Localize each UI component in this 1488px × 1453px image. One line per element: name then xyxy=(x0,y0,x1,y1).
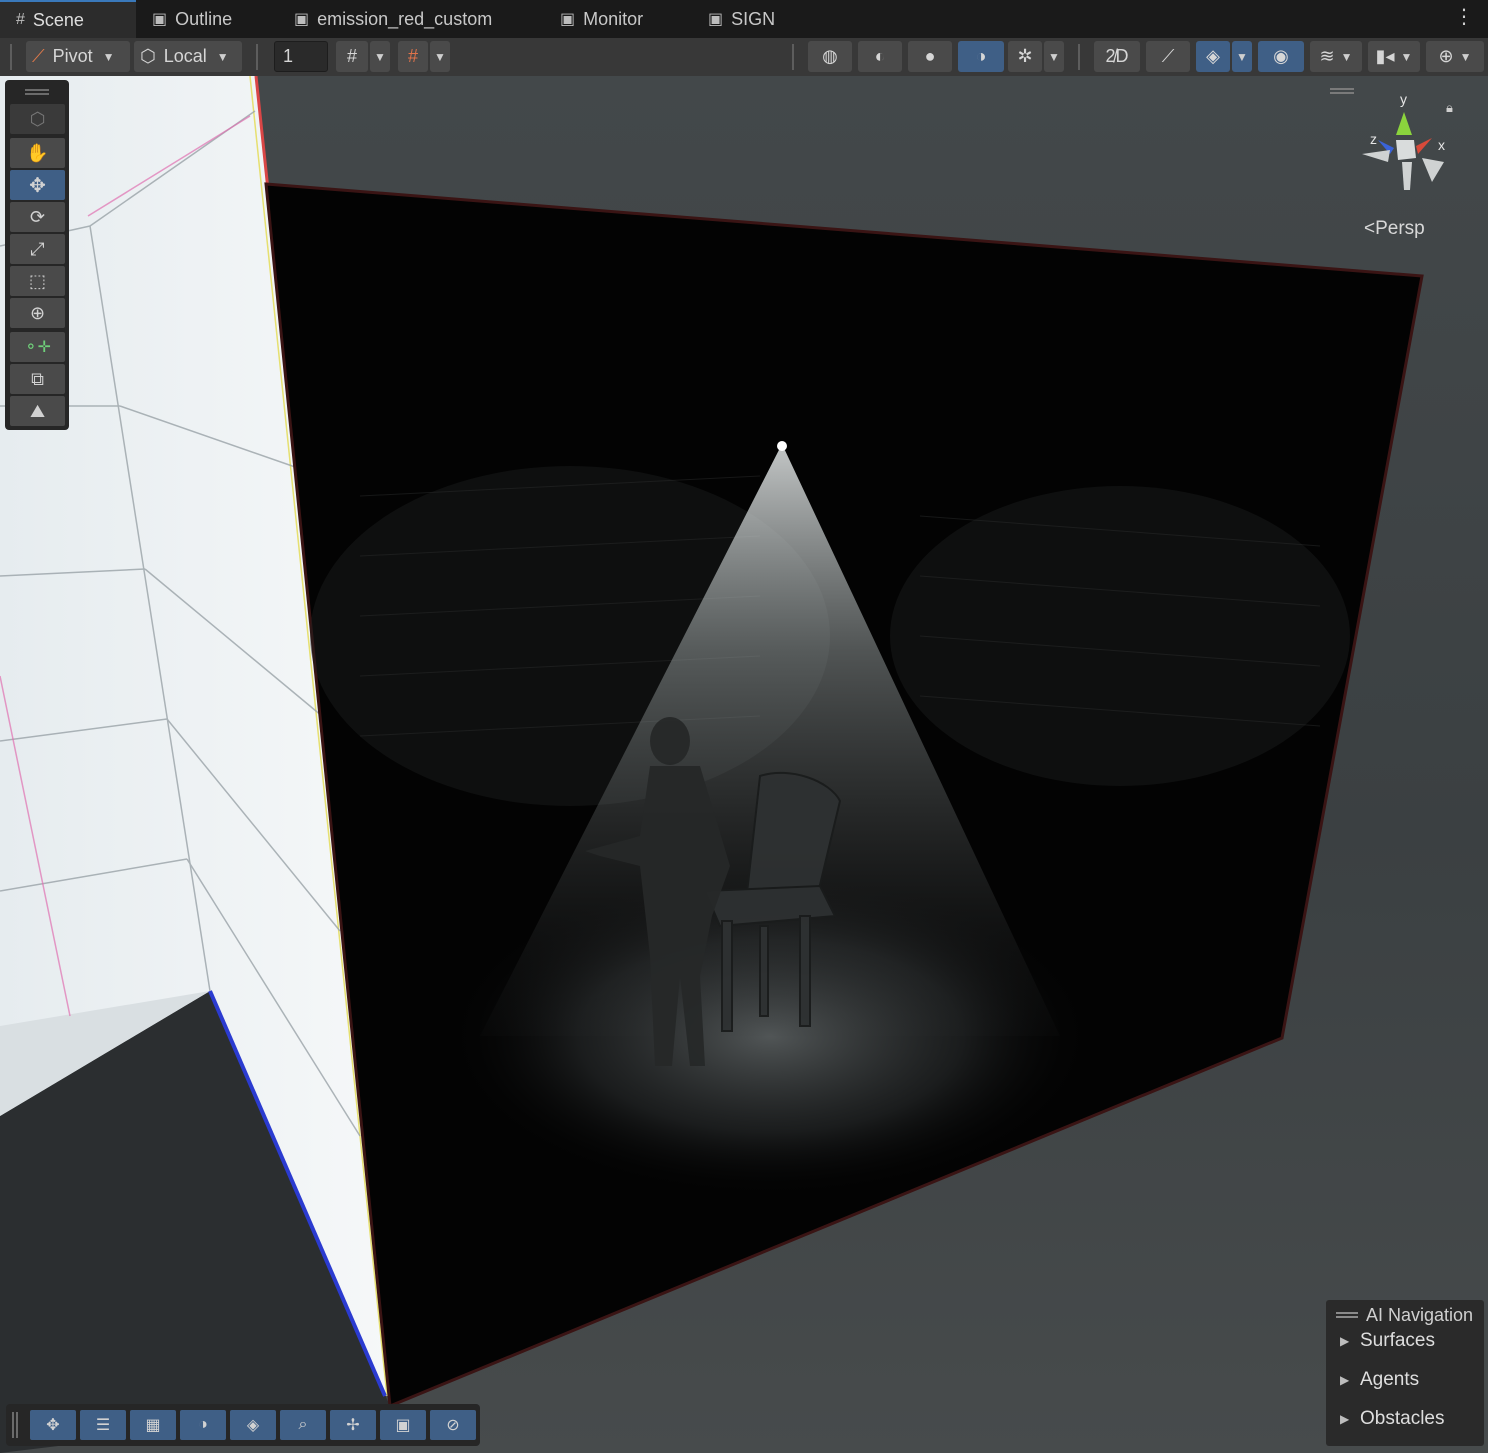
toolbar-grip[interactable] xyxy=(792,44,794,70)
increment-snap-icon[interactable]: # xyxy=(398,41,428,72)
wireframe-shading-icon[interactable]: ◍ xyxy=(808,41,852,72)
layers-dropdown-icon[interactable]: ≋ ▼ xyxy=(1310,41,1362,72)
toolbar-grip[interactable] xyxy=(1078,44,1080,70)
grid-icon: # xyxy=(16,11,25,28)
effects-toggle-icon[interactable]: ◈ xyxy=(1196,41,1230,72)
scene-toolbar: ⟋ Pivot ▼ ⬡ Local ▼ 1 # ▼ # ▼ ◍ ◐ ● ◑ ✲ … xyxy=(0,38,1488,76)
tab-monitor[interactable]: ▣ Monitor xyxy=(560,0,643,38)
snap-overlay-icon[interactable]: ✢ xyxy=(330,1410,376,1440)
pivot-icon: ⟋ xyxy=(32,46,45,66)
pivot-label: Pivot xyxy=(52,46,93,66)
expand-triangle-icon[interactable]: ▶ xyxy=(1340,1334,1349,1348)
tool-settings-icon[interactable]: ☰ xyxy=(80,1410,126,1440)
panel-grip[interactable] xyxy=(1336,1312,1358,1314)
tab-label: Outline xyxy=(175,8,233,29)
lighting-overlay-icon[interactable]: ◑ xyxy=(180,1410,226,1440)
z-axis-label: z xyxy=(1370,131,1377,147)
2d-toggle-icon[interactable]: 2̸D xyxy=(1094,41,1140,72)
chevron-down-icon: ▼ xyxy=(102,49,115,64)
hand-tool-icon[interactable]: ✋ xyxy=(10,138,65,168)
shaded-wireframe-icon[interactable]: ◐ xyxy=(858,41,902,72)
ai-navigation-overlay: AI Navigation ▶ Surfaces ▶ Agents ▶ Obst… xyxy=(1326,1300,1484,1446)
chevron-down-icon: ▼ xyxy=(216,49,229,64)
probuilder-tool-icon[interactable]: ⧉ xyxy=(10,364,65,394)
navigation-compass-icon[interactable]: ⊘ xyxy=(430,1410,476,1440)
panel-grip[interactable] xyxy=(1330,88,1354,90)
scene-visibility-icon[interactable]: ◉ xyxy=(1258,41,1304,72)
ai-nav-item-surfaces[interactable]: Surfaces xyxy=(1360,1330,1435,1352)
x-axis-cone xyxy=(1416,138,1432,154)
x-axis-label: x xyxy=(1438,137,1445,153)
tab-sign[interactable]: ▣ SIGN xyxy=(708,0,775,38)
grid-size-field[interactable]: 1 xyxy=(274,41,328,72)
panel-grip[interactable] xyxy=(12,1412,14,1438)
scene-render xyxy=(0,76,1424,1453)
panel-grip[interactable] xyxy=(25,89,49,91)
tab-emission-red-custom[interactable]: ▣ emission_red_custom xyxy=(294,0,492,38)
lock-tab-icon: ▣ xyxy=(294,11,310,28)
scene-viewport[interactable]: ⬡ ✋ ✥ ⟳ ⤢ ⬚ ⊕ ⚬✛ ⧉ ⛰ y x z 🔒︎ <Persp AI … xyxy=(0,76,1488,1453)
transform-overlay-icon[interactable]: ✥ xyxy=(30,1410,76,1440)
tab-label: Monitor xyxy=(583,8,644,29)
chevron-down-icon[interactable]: ▼ xyxy=(370,41,390,72)
tab-outline[interactable]: ▣ Outline xyxy=(152,0,232,38)
rect-tool-icon[interactable]: ⬚ xyxy=(10,266,65,296)
pivot-dropdown[interactable]: ⟋ Pivot ▼ xyxy=(26,41,130,72)
ai-nav-item-obstacles[interactable]: Obstacles xyxy=(1360,1408,1444,1430)
chevron-down-icon[interactable]: ▼ xyxy=(430,41,450,72)
camera-dropdown-icon[interactable]: ▮◂ ▼ xyxy=(1368,41,1420,72)
shaded-icon[interactable]: ● xyxy=(908,41,952,72)
y-axis-label: y xyxy=(1400,91,1407,107)
toolbar-grip[interactable] xyxy=(256,44,258,70)
grid-overlay-icon[interactable]: ▦ xyxy=(130,1410,176,1440)
rotate-tool-icon[interactable]: ⟳ xyxy=(10,202,65,232)
search-icon[interactable]: ⌕ xyxy=(280,1410,326,1440)
view-tool-cube-icon[interactable]: ⬡ xyxy=(10,104,65,134)
chevron-down-icon[interactable]: ▼ xyxy=(1232,41,1252,72)
y-axis-cone xyxy=(1396,112,1412,135)
local-dropdown[interactable]: ⬡ Local ▼ xyxy=(134,41,242,72)
transform-tool-icon[interactable]: ⊕ xyxy=(10,298,65,328)
debug-draw-mode-icon[interactable]: ✲ xyxy=(1008,41,1042,72)
unlit-lighting-icon[interactable]: ◑ xyxy=(958,41,1004,72)
lock-tab-icon: ▣ xyxy=(560,11,576,28)
camera-overlay-icon[interactable]: ▣ xyxy=(380,1410,426,1440)
more-options-icon[interactable]: ⋮ xyxy=(1454,7,1474,27)
local-label: Local xyxy=(163,46,207,66)
ai-nav-item-agents[interactable]: Agents xyxy=(1360,1369,1419,1391)
tab-bar: # Scene ▣ Outline ▣ emission_red_custom … xyxy=(0,0,1488,38)
audio-toggle-icon[interactable]: ⟋ xyxy=(1146,41,1190,72)
navmesh-tool-icon[interactable]: ⛰ xyxy=(10,396,65,426)
gizmos-dropdown-icon[interactable]: ⊕ ▼ xyxy=(1426,41,1484,72)
local-cube-icon: ⬡ xyxy=(140,46,156,66)
scale-tool-icon[interactable]: ⤢ xyxy=(10,234,65,264)
custom-tool-icon[interactable]: ⚬✛ xyxy=(10,332,65,362)
projection-label: Persp xyxy=(1375,218,1425,239)
projection-toggle[interactable]: <Persp xyxy=(1364,218,1425,240)
bottom-overlay-toolbar: ✥ ☰ ▦ ◑ ◈ ⌕ ✢ ▣ ⊘ xyxy=(6,1404,480,1446)
chevron-down-icon[interactable]: ▼ xyxy=(1044,41,1064,72)
lock-tab-icon: ▣ xyxy=(152,11,168,28)
tab-label: Scene xyxy=(32,9,84,30)
expand-triangle-icon[interactable]: ▶ xyxy=(1340,1373,1349,1387)
toolbar-grip[interactable] xyxy=(10,44,12,70)
lock-tab-icon: ▣ xyxy=(708,11,724,28)
layers-overlay-icon[interactable]: ◈ xyxy=(230,1410,276,1440)
tab-label: SIGN xyxy=(731,8,776,29)
expand-triangle-icon[interactable]: ▶ xyxy=(1340,1412,1349,1426)
tab-scene[interactable]: # Scene xyxy=(0,0,136,38)
grid-snap-icon[interactable]: # xyxy=(336,41,368,72)
chevron-left-icon: < xyxy=(1364,218,1376,239)
move-tool-icon[interactable]: ✥ xyxy=(10,170,65,200)
tools-overlay: ⬡ ✋ ✥ ⟳ ⤢ ⬚ ⊕ ⚬✛ ⧉ ⛰ xyxy=(5,80,69,430)
tab-label: emission_red_custom xyxy=(317,8,493,29)
lock-icon[interactable]: 🔒︎ xyxy=(1446,100,1453,116)
ai-navigation-title: AI Navigation xyxy=(1366,1305,1474,1325)
